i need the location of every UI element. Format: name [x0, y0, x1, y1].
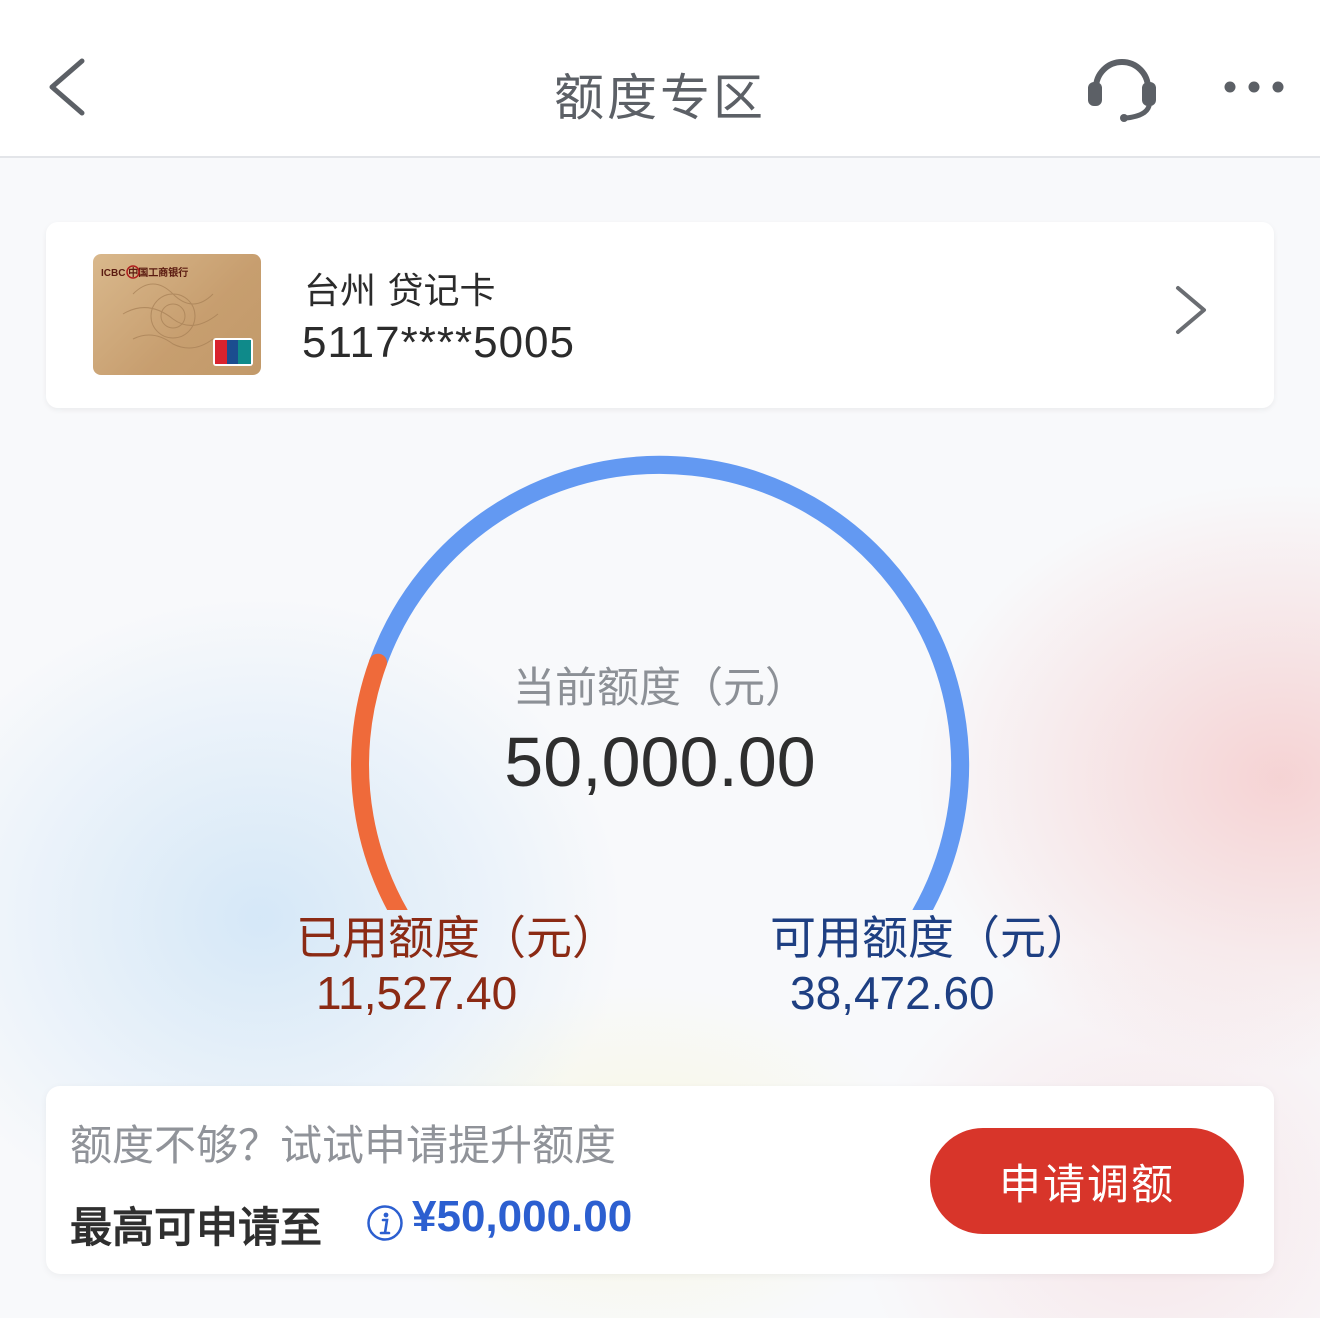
more-dots-icon[interactable] — [1220, 70, 1290, 104]
available-limit-value: 38,472.60 — [790, 967, 995, 1019]
apply-adjust-button[interactable]: 申请调额 — [930, 1128, 1244, 1234]
card-name: 台州 贷记卡 — [304, 271, 496, 312]
card-selector[interactable]: ICBC 中国工商银行 台州 贷记卡 5117****5005 — [46, 222, 1274, 408]
credit-card-image: ICBC 中国工商银行 — [93, 254, 261, 375]
used-limit-value: 11,527.40 — [316, 967, 518, 1019]
promo-hint: 额度不够？试试申请提升额度 — [70, 1121, 617, 1170]
current-limit-label: 当前额度（元） — [512, 663, 807, 712]
headset-icon[interactable] — [1082, 48, 1162, 124]
info-icon[interactable] — [366, 1204, 404, 1242]
available-limit-label: 可用额度（元） — [770, 911, 1092, 965]
card-logo-text: ICBC 中国工商银行 — [101, 266, 188, 279]
chevron-right-icon[interactable] — [1170, 282, 1210, 338]
used-limit-label: 已用额度（元） — [296, 911, 618, 965]
top-nav-bar: 额度专区 — [0, 0, 1320, 158]
current-limit-value: 50,000.00 — [504, 723, 816, 801]
card-number: 5117****5005 — [302, 318, 575, 367]
max-apply-label: 最高可申请至 — [70, 1203, 323, 1252]
max-apply-value: ¥50,000.00 — [412, 1192, 633, 1241]
limit-increase-panel: 额度不够？试试申请提升额度 最高可申请至 ¥50,000.00 申请调额 — [46, 1086, 1274, 1274]
